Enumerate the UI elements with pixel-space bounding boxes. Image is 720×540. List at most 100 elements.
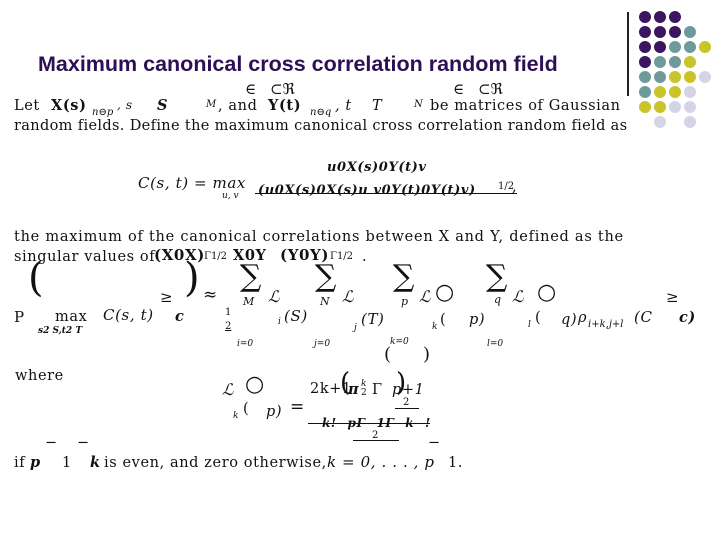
sum-M-label: M bbox=[243, 295, 255, 308]
formula-paren-open-k: ( bbox=[440, 312, 447, 328]
formula-l0: l=0 bbox=[487, 339, 504, 349]
where-num-pi: π bbox=[348, 381, 360, 398]
decorative-dot bbox=[669, 11, 681, 23]
sum-symbol-p: ∑ bbox=[393, 259, 415, 294]
formula-half-den: 2 bbox=[225, 321, 232, 332]
decorative-dot bbox=[669, 86, 681, 98]
where-p-close: p) bbox=[266, 404, 283, 420]
formula-geq-end: ≥ bbox=[666, 288, 680, 306]
decorative-dot bbox=[669, 71, 681, 83]
decorative-dot bbox=[684, 56, 696, 68]
formula-L-i: ℒ bbox=[268, 287, 281, 306]
condition-minus-1: − bbox=[45, 435, 58, 451]
formula-c: c bbox=[175, 308, 185, 325]
decorative-dot bbox=[684, 71, 696, 83]
decorative-dot bbox=[654, 11, 666, 23]
condition-minus-2: − bbox=[77, 435, 90, 451]
where-equals: = bbox=[290, 397, 305, 417]
where-sub-k: k bbox=[233, 411, 239, 421]
formula-T-arg: (T) bbox=[361, 310, 385, 328]
formula-paren-open-l: ( bbox=[535, 310, 542, 326]
decorative-dot bbox=[654, 41, 666, 53]
decorative-dot bbox=[654, 56, 666, 68]
intro-X-s: X(s) bbox=[51, 97, 87, 114]
formula-k-paren-close: ) bbox=[423, 344, 431, 365]
formula-k0: k=0 bbox=[390, 337, 409, 347]
decorative-dot bbox=[639, 86, 651, 98]
sum-symbol-M: ∑ bbox=[240, 259, 262, 294]
formula-sub-j: j bbox=[354, 323, 357, 333]
decorative-dot bbox=[639, 101, 651, 113]
title-divider bbox=[627, 12, 629, 96]
where-label: where bbox=[15, 368, 64, 384]
decorative-dot bbox=[684, 41, 696, 53]
decorative-dot bbox=[639, 26, 651, 38]
formula-max-subscript: s2 S,t2 T bbox=[38, 326, 83, 336]
decorative-dot bbox=[654, 116, 666, 128]
condition-k-eq: k = 0, . . . , p bbox=[327, 453, 435, 471]
intro-S: S bbox=[157, 97, 169, 114]
formula-rho: ρ bbox=[578, 310, 588, 326]
intro-comma-s: , s bbox=[117, 98, 133, 112]
formula-sub-i: i bbox=[278, 317, 281, 327]
condition-rest: is even, and zero otherwise, bbox=[104, 455, 327, 471]
formula-left-paren: ( bbox=[28, 255, 44, 301]
intro-T: T bbox=[372, 98, 383, 114]
intro-line-2: random fields. Define the maximum canoni… bbox=[14, 118, 628, 134]
decorative-dot bbox=[684, 116, 696, 128]
formula-max: max bbox=[55, 309, 88, 325]
decorative-dot bbox=[639, 56, 651, 68]
decorative-dot bbox=[669, 101, 681, 113]
intro-comma-t: , t bbox=[335, 98, 352, 114]
decorative-dot bbox=[654, 101, 666, 113]
formula-P: P bbox=[14, 308, 25, 326]
condition-one: 1 bbox=[62, 455, 72, 471]
condition-k: k bbox=[90, 454, 101, 471]
where-num-half-bar bbox=[395, 408, 419, 409]
formula-i0: i=0 bbox=[237, 339, 254, 349]
condition-end: 1. bbox=[448, 455, 464, 471]
decorative-dot bbox=[684, 86, 696, 98]
explanation-line-1: the maximum of the canonical correlation… bbox=[14, 229, 624, 245]
decorative-dot bbox=[639, 41, 651, 53]
slide-title: Maximum canonical cross correlation rand… bbox=[38, 52, 558, 76]
where-den-2-bar bbox=[353, 440, 399, 441]
where-num-half: 2 bbox=[403, 397, 410, 408]
formula-geq: ≥ bbox=[160, 288, 174, 306]
formula-circle-l: ○ bbox=[537, 280, 557, 305]
intro-and: , and bbox=[218, 98, 258, 114]
formula-sub-l: l bbox=[528, 320, 531, 330]
intro-N: N bbox=[414, 99, 423, 110]
formula-right-paren: ) bbox=[184, 255, 200, 301]
formula-rho-subscript: i+k,j+l bbox=[588, 319, 624, 330]
formula-half-num: 1 bbox=[225, 307, 232, 318]
decorative-dot bbox=[654, 26, 666, 38]
formula-j0: j=0 bbox=[314, 339, 331, 349]
definition-lhs: C(s, t) = max bbox=[138, 174, 246, 192]
decorative-dot bbox=[669, 56, 681, 68]
definition-fraction-bar bbox=[255, 193, 517, 194]
formula-circle-k: ○ bbox=[435, 280, 455, 305]
decorative-dot bbox=[639, 11, 651, 23]
intro-Y-t: Y(t) bbox=[268, 97, 302, 114]
decorative-dot bbox=[639, 71, 651, 83]
formula-approx: ≈ bbox=[203, 285, 218, 305]
formula-S-arg: (S) bbox=[284, 307, 308, 325]
sum-q-label: q bbox=[494, 293, 502, 306]
intro-M: M bbox=[206, 99, 217, 110]
where-circle: ○ bbox=[245, 372, 265, 397]
sum-N-label: N bbox=[320, 295, 330, 308]
subset-reals-symbol: ⊂ℜ bbox=[478, 80, 503, 98]
decorative-dot bbox=[699, 71, 711, 83]
decorative-dot bbox=[654, 86, 666, 98]
definition-under-max: u, v bbox=[222, 191, 239, 201]
element-of-symbol: ∈ bbox=[453, 80, 465, 98]
formula-q-close: q) bbox=[561, 312, 578, 328]
condition-if: if bbox=[14, 455, 26, 471]
where-L: ℒ bbox=[222, 380, 235, 399]
where-paren-open: ( bbox=[243, 401, 250, 417]
subset-reals-symbol: ⊂ℜ bbox=[270, 80, 295, 98]
where-denominator: k! pΓ 1Γ k ! bbox=[322, 416, 431, 430]
sum-symbol-q: ∑ bbox=[486, 259, 508, 294]
decorative-dot bbox=[669, 26, 681, 38]
